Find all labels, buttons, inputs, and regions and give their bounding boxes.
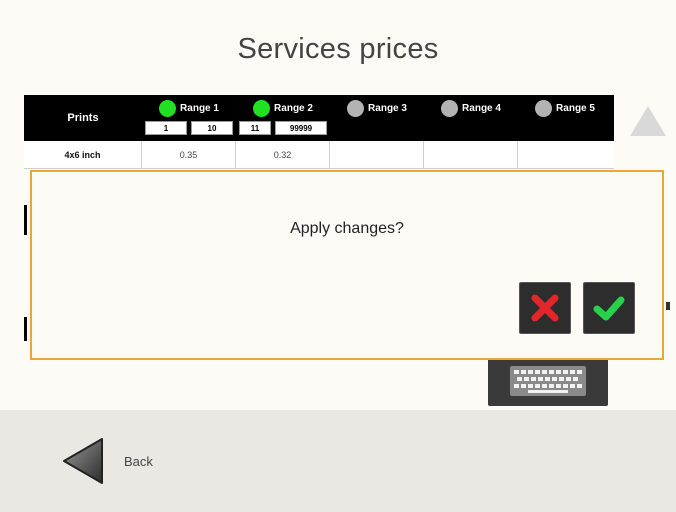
range-3-status-dot: [347, 99, 365, 117]
back-label: Back: [124, 454, 153, 469]
price-cell[interactable]: [518, 141, 614, 168]
range-1-to-input[interactable]: 10: [191, 121, 233, 135]
range-1-toggle[interactable]: Range 1: [142, 98, 236, 118]
price-cell[interactable]: [330, 141, 424, 168]
table-header: Prints Range 1 1 10 Range 2 11 99999 Ran…: [24, 95, 614, 141]
range-5-header: Range 5: [518, 95, 612, 141]
dialog-message: Apply changes?: [290, 220, 404, 237]
range-5-toggle[interactable]: Range 5: [518, 98, 612, 118]
range-4-header: Range 4: [424, 95, 518, 141]
price-cell[interactable]: 0.32: [236, 141, 330, 168]
keyboard-button[interactable]: [488, 356, 608, 406]
range-1-header: Range 1 1 10: [142, 95, 236, 141]
range-1-from-input[interactable]: 1: [145, 121, 187, 135]
range-2-toggle[interactable]: Range 2: [236, 98, 330, 118]
confirm-dialog: Apply changes?: [30, 170, 664, 360]
range-2-to-input[interactable]: 99999: [275, 121, 327, 135]
range-1-label: Range 1: [180, 102, 219, 114]
price-cell[interactable]: 0.35: [142, 141, 236, 168]
range-2-status-dot: [253, 99, 271, 117]
x-icon: [531, 294, 559, 322]
range-1-status-dot: [159, 99, 177, 117]
keyboard-icon: [510, 366, 586, 396]
page-title: Services prices: [237, 33, 439, 65]
range-5-label: Range 5: [556, 102, 595, 114]
range-2-label: Range 2: [274, 102, 313, 114]
back-button[interactable]: Back: [58, 434, 178, 488]
range-4-toggle[interactable]: Range 4: [424, 98, 518, 118]
range-2-from-input[interactable]: 11: [239, 121, 271, 135]
table-row: 4x6 inch 0.35 0.32: [24, 141, 614, 169]
back-arrow-icon: [63, 438, 103, 484]
cancel-button[interactable]: [519, 282, 571, 334]
confirm-button[interactable]: [583, 282, 635, 334]
price-cell[interactable]: [424, 141, 518, 168]
range-3-label: Range 3: [368, 102, 407, 114]
range-4-status-dot: [441, 99, 459, 117]
scroll-up-arrow-icon[interactable]: [630, 106, 666, 136]
range-3-header: Range 3: [330, 95, 424, 141]
footer-bar: Back: [0, 410, 676, 512]
prints-column-header: Prints: [67, 112, 99, 124]
range-2-header: Range 2 11 99999: [236, 95, 330, 141]
range-4-label: Range 4: [462, 102, 501, 114]
check-icon: [593, 296, 625, 321]
range-3-toggle[interactable]: Range 3: [330, 98, 424, 118]
row-edge-mark: [24, 205, 27, 235]
range-5-status-dot: [535, 99, 553, 117]
row-label: 4x6 inch: [24, 141, 142, 168]
row-edge-mark: [24, 317, 27, 341]
scroll-indicator: [666, 302, 670, 310]
